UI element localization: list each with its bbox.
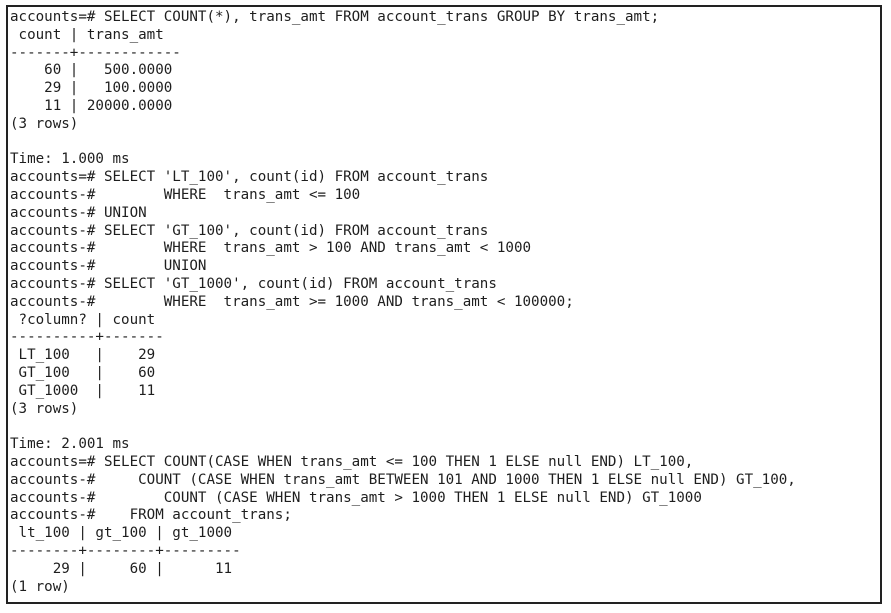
result-separator: --------+--------+--------- xyxy=(10,542,241,559)
continuation-line: accounts-# COUNT (CASE WHEN trans_amt > … xyxy=(10,489,702,506)
result-row: GT_1000 | 11 xyxy=(10,382,156,399)
row-count: (3 rows) xyxy=(10,400,79,417)
result-row: 11 | 20000.0000 xyxy=(10,97,173,114)
result-separator: -------+------------ xyxy=(10,44,181,61)
result-row: 29 | 60 | 11 xyxy=(10,560,233,577)
continuation-line: accounts-# SELECT 'GT_1000', count(id) F… xyxy=(10,275,497,292)
command-line: accounts=# SELECT COUNT(CASE WHEN trans_… xyxy=(10,453,694,470)
continuation-line: accounts-# WHERE trans_amt > 100 AND tra… xyxy=(10,240,532,257)
result-row: 60 | 500.0000 xyxy=(10,62,173,79)
command-line: accounts=# SELECT 'LT_100', count(id) FR… xyxy=(10,169,489,186)
continuation-line: accounts-# UNION xyxy=(10,258,207,275)
timing-line: Time: 1.000 ms xyxy=(10,151,130,168)
result-header: ?column? | count xyxy=(10,311,156,328)
result-row: GT_100 | 60 xyxy=(10,364,156,381)
terminal-output: accounts=# SELECT COUNT(*), trans_amt FR… xyxy=(10,9,796,596)
row-count: (1 row) xyxy=(10,578,70,595)
result-row: LT_100 | 29 xyxy=(10,347,156,364)
timing-line: Time: 2.001 ms xyxy=(10,436,130,453)
continuation-line: accounts-# COUNT (CASE WHEN trans_amt BE… xyxy=(10,471,796,488)
terminal-window: accounts=# SELECT COUNT(*), trans_amt FR… xyxy=(6,5,882,604)
result-separator: ----------+------- xyxy=(10,329,164,346)
result-header: count | trans_amt xyxy=(10,26,164,43)
continuation-line: accounts-# UNION xyxy=(10,204,147,221)
continuation-line: accounts-# WHERE trans_amt >= 1000 AND t… xyxy=(10,293,574,310)
result-row: 29 | 100.0000 xyxy=(10,80,173,97)
row-count: (3 rows) xyxy=(10,115,79,132)
continuation-line: accounts-# SELECT 'GT_100', count(id) FR… xyxy=(10,222,489,239)
result-header: lt_100 | gt_100 | gt_1000 xyxy=(10,525,233,542)
continuation-line: accounts-# FROM account_trans; xyxy=(10,507,292,524)
continuation-line: accounts-# WHERE trans_amt <= 100 xyxy=(10,186,361,203)
command-line: accounts=# SELECT COUNT(*), trans_amt FR… xyxy=(10,9,660,25)
